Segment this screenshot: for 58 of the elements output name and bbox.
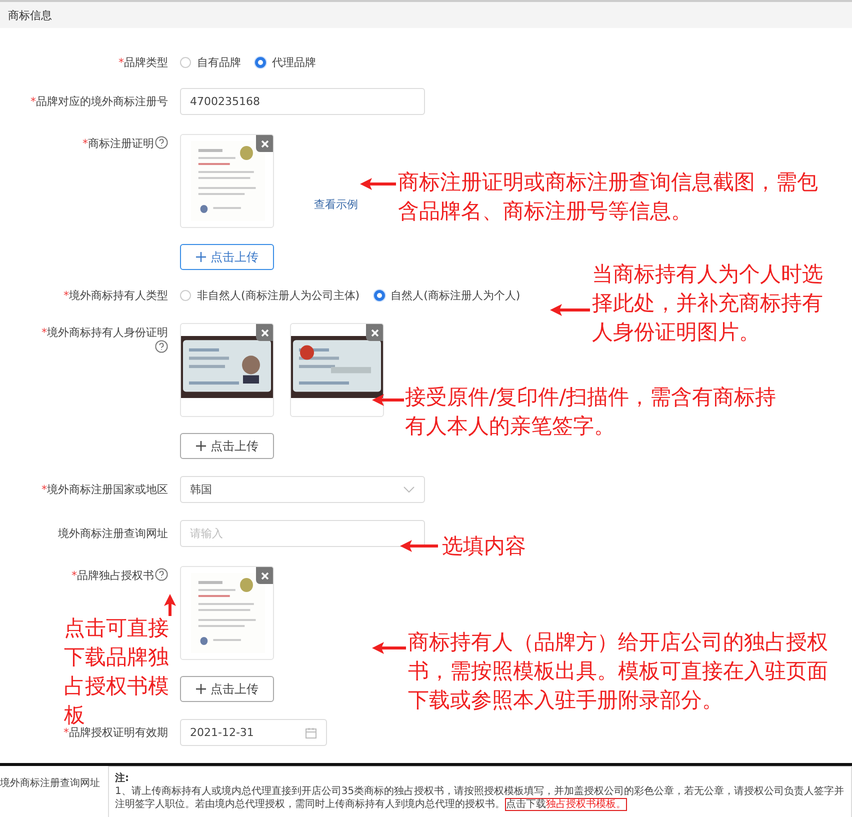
image-thumbnail[interactable] (290, 323, 384, 417)
arrow-icon (550, 304, 590, 316)
remove-button[interactable] (256, 567, 273, 584)
field-label: *境外商标注册国家或地区 (40, 482, 169, 497)
notice-title: 注: (115, 771, 130, 785)
annotation-text: 选填内容 (442, 533, 527, 560)
help-icon[interactable] (155, 340, 168, 353)
radio-option[interactable]: 自有品牌 (180, 55, 241, 70)
close-icon (260, 328, 268, 336)
annotation-text: 接受原件/复印件/扫描件，需含有商标持有人本人的亲笔签字。 (405, 384, 777, 440)
plus-icon (196, 441, 206, 451)
radio-option[interactable]: 代理品牌 (255, 55, 316, 70)
arrow-icon (372, 642, 406, 654)
field-label: 境外商标注册查询网址 (0, 776, 100, 791)
help-icon[interactable] (155, 136, 168, 149)
chevron-down-icon (403, 486, 415, 493)
arrow-icon (164, 594, 176, 616)
field-label: *品牌授权证明有效期 (62, 725, 169, 740)
upload-button[interactable]: 点击上传 (180, 433, 274, 459)
section-title: 商标信息 (8, 8, 52, 22)
radio-option[interactable]: 自然人(商标注册人为个人) (374, 288, 520, 303)
radio-option[interactable]: 非自然人(商标注册人为公司主体) (180, 288, 360, 303)
example-link[interactable]: 查看示例 (314, 197, 358, 212)
help-icon[interactable] (155, 568, 168, 581)
annotation-text: 点击可直接下载品牌独占授权书模板 (64, 615, 170, 727)
annotation-text: 商标注册证明或商标注册查询信息截图，需包含品牌名、商标注册号等信息。 (398, 169, 819, 225)
close-icon (370, 328, 378, 336)
field-label: *境外商标持有人类型 (62, 288, 169, 303)
arrow-icon (400, 540, 438, 552)
annotation-text: 当商标持有人为个人时选择此处，并补充商标持有人身份证明图片。 (592, 261, 824, 346)
field-label: *品牌类型 (118, 55, 169, 70)
field-label: *品牌对应的境外商标注册号 (30, 94, 169, 109)
field-label: *商标注册证明 (0, 132, 180, 151)
remove-button[interactable] (256, 324, 273, 341)
input-field[interactable]: 4700235168 (180, 88, 425, 115)
image-thumbnail[interactable] (180, 323, 274, 417)
annotation-text: 商标持有人（品牌方）给开店公司的独占授权书，需按照模板出具。模板可直接在入驻页面下载或参照本入驻手册附录部分。 (408, 629, 829, 714)
plus-icon (196, 252, 206, 262)
plus-icon (196, 684, 206, 694)
arrow-icon (372, 394, 404, 406)
image-thumbnail[interactable] (180, 134, 274, 228)
input-field[interactable]: 请输入 (180, 520, 425, 547)
upload-button[interactable]: 点击上传 (180, 244, 274, 270)
remove-button[interactable] (366, 324, 383, 341)
date-field[interactable]: 2021-12-31 (180, 719, 327, 746)
upload-button[interactable]: 点击上传 (180, 676, 274, 702)
image-thumbnail[interactable] (180, 566, 274, 660)
field-label: *品牌独占授权书 (0, 564, 180, 583)
remove-button[interactable] (256, 135, 273, 152)
field-label: 境外商标注册查询网址 (57, 526, 169, 541)
calendar-icon (305, 726, 317, 738)
arrow-icon (360, 178, 396, 190)
select-field[interactable]: 韩国 (180, 476, 425, 503)
close-icon (260, 572, 268, 580)
notice-text: 1、请上传商标持有人或境内总代理直接到开店公司35类商标的独占授权书，请按照授权模板填写，并加盖授权公司的彩色公章，若无公章，请授权公司负责人签字并注明签字人职位。若由境内总代理授权，需同时上传商标持有人到境内总代理的授权书。点击下载独占授权书模板。 (115, 785, 845, 811)
download-link[interactable]: 点击下载独占授权书模板。 (505, 798, 627, 811)
field-label: *境外商标持有人身份证明 (0, 321, 180, 355)
close-icon (260, 140, 268, 148)
